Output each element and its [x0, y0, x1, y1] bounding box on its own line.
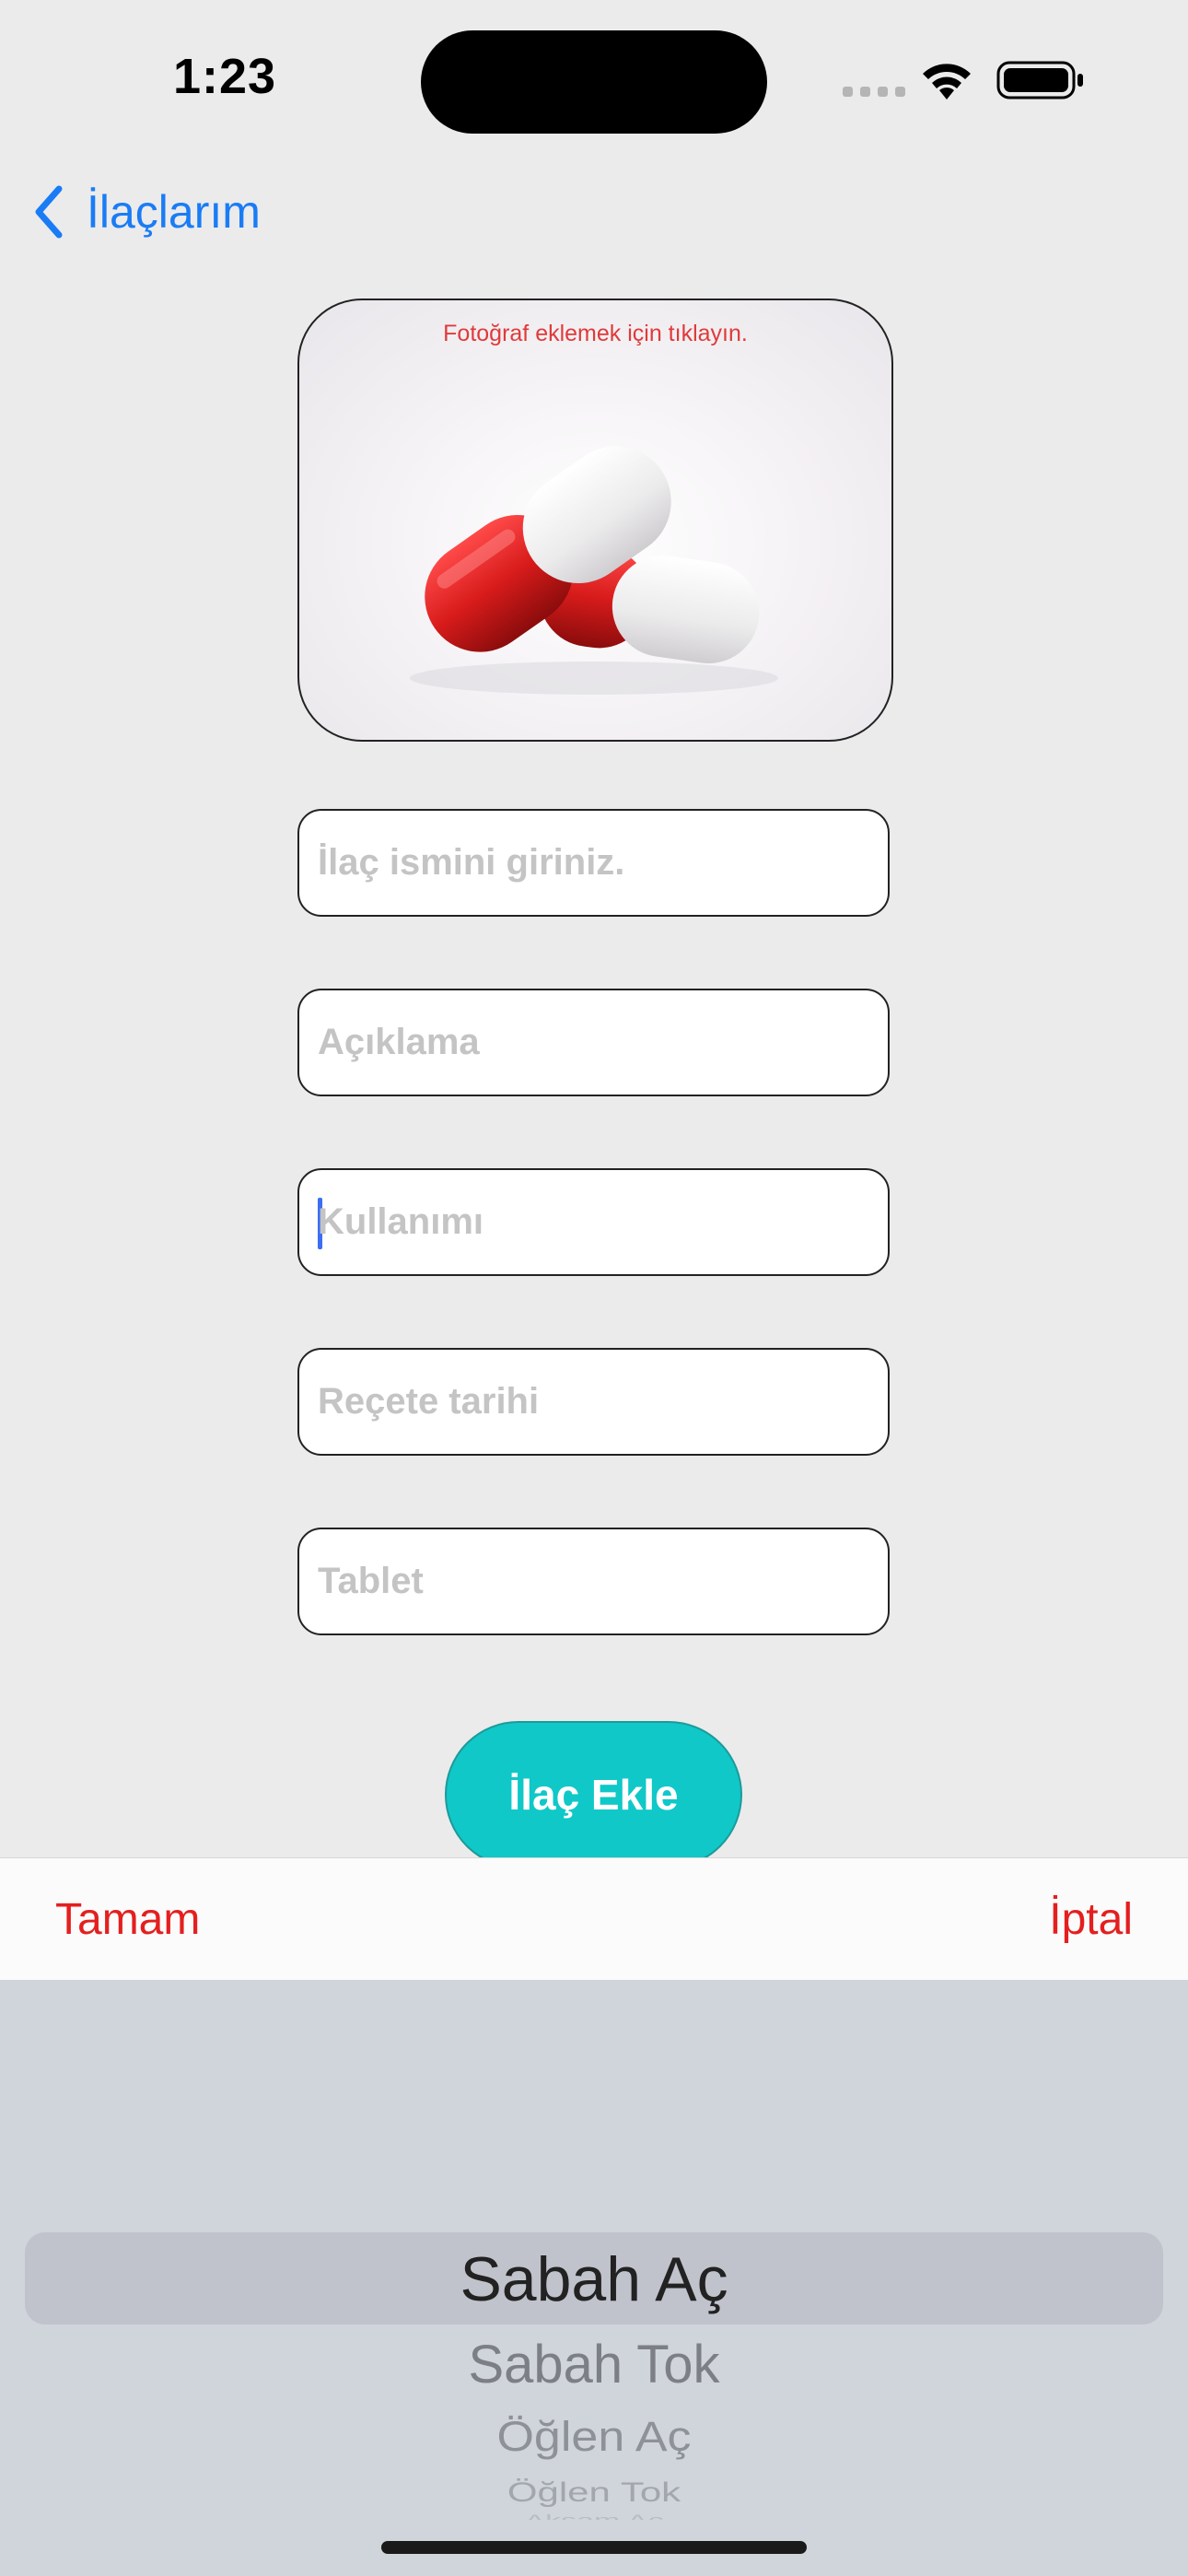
- description-placeholder: Açıklama: [318, 1022, 480, 1062]
- back-button[interactable]: İlaçlarım: [33, 175, 261, 249]
- add-medicine-button[interactable]: İlaç Ekle: [445, 1721, 742, 1868]
- prescription-date-placeholder: Reçete tarihi: [318, 1381, 540, 1422]
- picker-option[interactable]: Öğlen Tok: [0, 2476, 1188, 2508]
- picker-option[interactable]: Sabah Tok: [0, 2334, 1188, 2395]
- picker-option[interactable]: Sabah Aç: [0, 2243, 1188, 2315]
- prescription-date-field[interactable]: Reçete tarihi: [297, 1348, 890, 1456]
- battery-icon: [996, 61, 1083, 100]
- status-bar: 1:23: [0, 0, 1188, 157]
- chevron-left-icon: [35, 185, 63, 239]
- tablet-placeholder: Tablet: [318, 1561, 424, 1601]
- photo-hint: Fotoğraf eklemek için tıklayın.: [443, 321, 748, 346]
- tablet-field[interactable]: Tablet: [297, 1528, 890, 1635]
- medicine-name-placeholder: İlaç ismini giriniz.: [318, 842, 625, 883]
- picker-toolbar: Tamam İptal: [0, 1857, 1188, 1981]
- photo-picker[interactable]: Fotoğraf eklemek için tıklayın.: [297, 299, 893, 742]
- cellular-signal-icon: [843, 85, 913, 101]
- wifi-icon: [923, 64, 971, 100]
- medicine-name-field[interactable]: İlaç ismini giriniz.: [297, 809, 890, 917]
- usage-picker-wheel[interactable]: Sabah Aç Sabah Tok Öğlen Aç Öğlen Tok Ak…: [0, 1980, 1188, 2576]
- status-time: 1:23: [173, 49, 277, 104]
- usage-placeholder: Kullanımı: [318, 1201, 484, 1242]
- done-button[interactable]: Tamam: [55, 1858, 200, 1981]
- picker-option[interactable]: Akşam Aç: [0, 2512, 1188, 2520]
- picker-option[interactable]: Öğlen Aç: [0, 2413, 1188, 2462]
- home-indicator: [381, 2541, 807, 2554]
- back-label: İlaçlarım: [87, 186, 261, 238]
- pills-image: [410, 446, 778, 695]
- description-field[interactable]: Açıklama: [297, 989, 890, 1096]
- dynamic-island: [421, 30, 767, 134]
- cancel-button[interactable]: İptal: [1049, 1858, 1133, 1981]
- usage-field[interactable]: Kullanımı: [297, 1168, 890, 1276]
